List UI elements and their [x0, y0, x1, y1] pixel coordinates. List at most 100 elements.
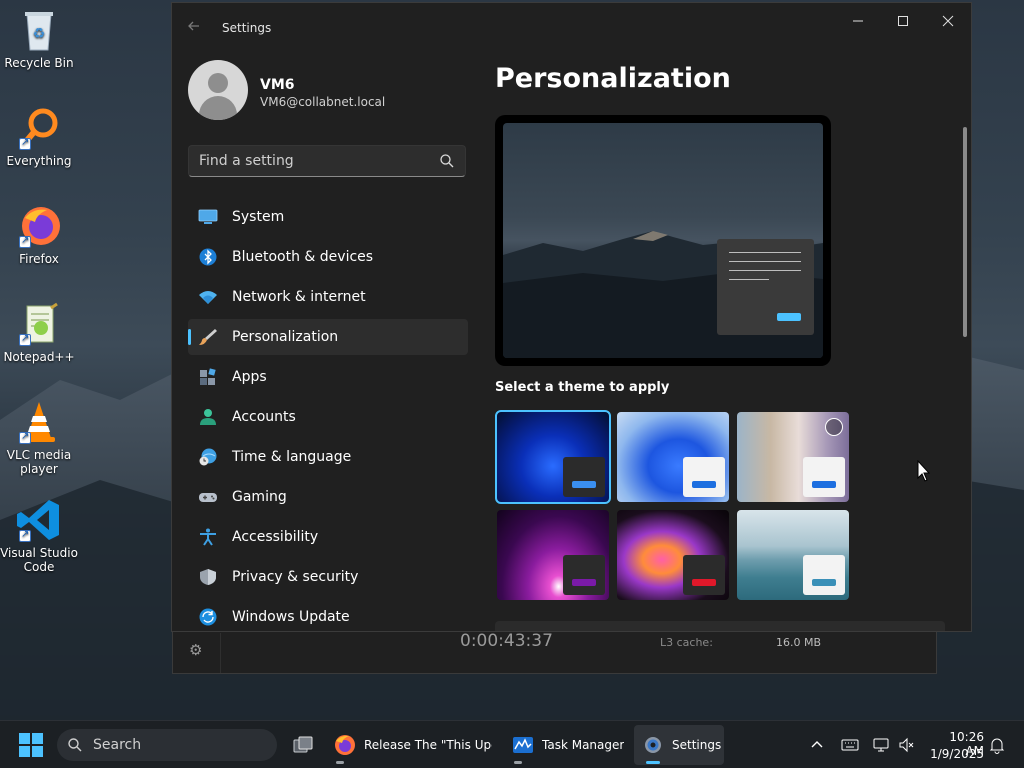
- taskbar-search[interactable]: Search: [57, 729, 277, 761]
- sidebar-item-network[interactable]: Network & internet: [188, 279, 468, 315]
- theme-chip: [683, 457, 725, 497]
- theme-flow[interactable]: [737, 510, 849, 600]
- sidebar-item-apps[interactable]: Apps: [188, 359, 468, 395]
- maximize-button[interactable]: [885, 11, 921, 35]
- sidebar-item-bluetooth[interactable]: Bluetooth & devices: [188, 239, 468, 275]
- desktop-icon-everything[interactable]: Everything: [0, 106, 78, 168]
- preview-line: [729, 279, 769, 280]
- gear-icon[interactable]: ⚙: [189, 641, 202, 659]
- sidebar-item-label: System: [232, 209, 285, 225]
- title-bar[interactable]: Settings: [172, 3, 971, 51]
- user-name: VM6: [260, 77, 295, 93]
- windows-logo-icon: [19, 746, 30, 757]
- desktop-icon-vlc[interactable]: VLC media player: [0, 400, 78, 476]
- theme-chip: [563, 555, 605, 595]
- theme-captured-motion[interactable]: [617, 510, 729, 600]
- taskbar-app-label: Release The "This Updat: [364, 738, 492, 752]
- clock-date[interactable]: 1/9/2025: [928, 747, 984, 761]
- keyboard-icon[interactable]: [841, 736, 859, 754]
- sidebar-item-label: Accounts: [232, 409, 296, 425]
- maximize-icon: [898, 16, 908, 26]
- wifi-icon: [199, 291, 217, 304]
- back-button[interactable]: [186, 18, 206, 38]
- settings-window: Settings VM6 VM6@collabnet.local System …: [171, 2, 972, 632]
- sidebar-item-label: Network & internet: [232, 289, 366, 305]
- search-icon: [68, 738, 82, 752]
- notification-bell-icon[interactable]: [988, 736, 1006, 754]
- app-title: Settings: [222, 21, 272, 35]
- task-view-button[interactable]: [284, 725, 320, 765]
- minimize-button[interactable]: [840, 11, 876, 35]
- search-icon[interactable]: [439, 153, 455, 169]
- desktop-icon-label: VLC media player: [6, 448, 72, 476]
- sidebar-item-label: Time & language: [232, 449, 352, 465]
- preview-line: [729, 261, 801, 262]
- divider: [220, 633, 221, 673]
- sidebar-item-accounts[interactable]: Accounts: [188, 399, 468, 435]
- sidebar-item-accessibility[interactable]: Accessibility: [188, 519, 468, 555]
- sidebar-item-label: Accessibility: [232, 529, 319, 545]
- desktop-icon-label: Firefox: [19, 252, 59, 266]
- taskbar-app-label: Task Manager: [542, 738, 625, 752]
- notepad-plus-plus-icon: [15, 302, 63, 346]
- desktop-icon-label: Visual Studio Code: [0, 546, 78, 574]
- sidebar-item-privacy[interactable]: Privacy & security: [188, 559, 468, 595]
- scrollbar[interactable]: [963, 127, 967, 337]
- chevron-up-icon[interactable]: [808, 736, 826, 754]
- update-icon: [199, 608, 217, 626]
- uptime-value: 0:00:43:37: [460, 631, 553, 651]
- theme-windows-spotlight[interactable]: [737, 412, 849, 502]
- theme-preview: [495, 115, 831, 366]
- desktop-icon-notepad-plus-plus[interactable]: Notepad++: [0, 302, 78, 364]
- sidebar-item-personalization[interactable]: Personalization: [188, 319, 468, 355]
- find-setting-search[interactable]: [188, 145, 466, 177]
- sidebar-item-system[interactable]: System: [188, 199, 468, 235]
- running-indicator: [336, 761, 344, 764]
- preview-line: [729, 270, 801, 271]
- arrow-left-icon: [188, 21, 199, 31]
- taskbar-app-settings[interactable]: Settings: [634, 725, 724, 765]
- vscode-icon: [15, 498, 63, 542]
- theme-windows-light[interactable]: [617, 412, 729, 502]
- theme-chip: [803, 555, 845, 595]
- sidebar-item-time-language[interactable]: Time & language: [188, 439, 468, 475]
- gamepad-icon: [199, 493, 217, 502]
- theme-glow[interactable]: [497, 510, 609, 600]
- theme-accent: [812, 481, 836, 488]
- theme-windows-dark[interactable]: [495, 410, 611, 504]
- taskbar: Search Release The "This Updat Task Mana…: [0, 720, 1024, 768]
- next-section-card[interactable]: [495, 621, 945, 631]
- theme-accent: [692, 579, 716, 586]
- user-email: VM6@collabnet.local: [260, 95, 386, 109]
- taskbar-app-firefox[interactable]: Release The "This Updat: [326, 725, 498, 765]
- desktop-icon-label: Everything: [6, 154, 72, 168]
- sidebar-item-label: Personalization: [232, 329, 339, 345]
- firefox-icon: [15, 204, 63, 248]
- running-indicator: [646, 761, 660, 764]
- search-input[interactable]: [199, 151, 429, 171]
- shortcut-arrow-icon: [19, 136, 31, 150]
- desktop-icon-firefox[interactable]: Firefox: [0, 204, 78, 266]
- network-icon[interactable]: [872, 736, 890, 754]
- windows-logo-icon: [32, 746, 43, 757]
- theme-section-label: Select a theme to apply: [495, 380, 670, 395]
- desktop-icon-label: Notepad++: [3, 350, 75, 364]
- close-button[interactable]: [930, 11, 966, 35]
- taskbar-app-label: Settings: [672, 738, 722, 752]
- avatar[interactable]: [188, 60, 248, 120]
- close-icon: [942, 15, 954, 27]
- settings-gear-icon: [645, 737, 661, 753]
- desktop-icon-recycle-bin[interactable]: ♻ Recycle Bin: [0, 8, 78, 70]
- start-button[interactable]: [19, 733, 43, 757]
- sidebar-item-label: Windows Update: [232, 609, 350, 625]
- desktop-icon-vscode[interactable]: Visual Studio Code: [0, 498, 78, 574]
- preview-line: [729, 252, 801, 253]
- sidebar-item-windows-update[interactable]: Windows Update: [188, 599, 468, 631]
- shortcut-arrow-icon: [19, 528, 31, 542]
- mouse-cursor-icon: [917, 460, 931, 482]
- task-view-icon: [293, 736, 313, 753]
- volume-muted-icon[interactable]: [898, 736, 916, 754]
- sidebar-item-gaming[interactable]: Gaming: [188, 479, 468, 515]
- spotlight-icon: [825, 418, 843, 436]
- taskbar-app-task-manager[interactable]: Task Manager: [504, 725, 628, 765]
